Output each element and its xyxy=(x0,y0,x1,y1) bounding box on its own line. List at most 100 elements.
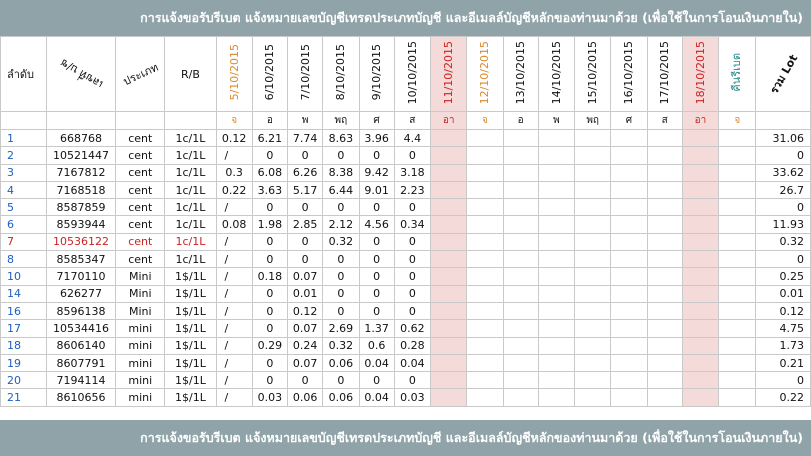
day-value: 0.03 xyxy=(251,388,289,407)
account-number: 8593944 xyxy=(45,215,117,234)
footer-banner: การแจ้งขอรับรีเบต แจ้งหมายเลขบัญชีเทรดปร… xyxy=(0,420,811,456)
table-row: 7 10536122 cent 1c/1L/0 0 0.32 0 0 0.32 xyxy=(0,232,811,252)
day-value xyxy=(502,215,539,234)
day-value xyxy=(574,146,612,165)
day-value xyxy=(681,198,720,217)
day-value: 6.44 xyxy=(322,180,360,200)
cashback-cell xyxy=(718,250,757,269)
day-value xyxy=(429,128,468,148)
day-value xyxy=(574,301,612,321)
header-cashback: คืนรีเบต xyxy=(718,36,757,112)
row-number: 8 xyxy=(0,250,47,269)
table-row: 17 10534416 mini 1$/1L/0 0.07 2.69 1.37 0.62 4.7… xyxy=(0,319,811,338)
day-value xyxy=(466,388,504,407)
header-date: 13/10/2015 xyxy=(502,36,539,112)
day-value xyxy=(537,353,576,373)
day-value xyxy=(429,336,468,355)
day-value xyxy=(574,198,612,217)
day-value: 0 xyxy=(393,232,431,252)
day-value: 1.98 xyxy=(251,215,289,234)
rebate-rate: 1$/1L xyxy=(164,319,217,338)
day-value xyxy=(574,336,612,355)
day-value xyxy=(466,163,504,182)
day-value: 0.07 xyxy=(287,319,324,338)
day-value xyxy=(610,267,648,286)
account-type: Mini xyxy=(115,301,166,321)
day-value xyxy=(429,250,468,269)
day-value: 0 xyxy=(251,371,289,390)
account-number: 10521447 xyxy=(45,146,117,165)
header-date: 14/10/2015 xyxy=(537,36,576,112)
header-no: ลำดับ xyxy=(0,36,47,112)
table-row: 3 7167812 cent 1c/1L 0.3 6.08 6.26 8.38 9.42 3.18… xyxy=(0,163,811,182)
day-value: 0 xyxy=(358,250,395,269)
day-value: 0.04 xyxy=(358,353,395,373)
day-value xyxy=(574,250,612,269)
day-value xyxy=(681,301,720,321)
account-number: 8596138 xyxy=(45,301,117,321)
day-value: 0 xyxy=(393,250,431,269)
account-number: 8587859 xyxy=(45,198,117,217)
header-date: 17/10/2015 xyxy=(646,36,683,112)
day-value: 0.08 xyxy=(215,215,253,234)
day-value xyxy=(429,163,468,182)
sub-blank xyxy=(45,111,117,130)
day-abbr: ศ xyxy=(358,111,395,130)
day-abbr: จ xyxy=(718,111,757,130)
day-value xyxy=(502,267,539,286)
day-value xyxy=(646,232,683,252)
day-value xyxy=(646,146,683,165)
row-number: 7 xyxy=(0,232,47,252)
day-value: 0.04 xyxy=(393,353,431,373)
day-value: 0 xyxy=(322,301,360,321)
header-total: รวม Lot xyxy=(755,36,811,112)
row-number: 14 xyxy=(0,284,47,303)
day-value xyxy=(502,232,539,252)
row-number: 2 xyxy=(0,146,47,165)
table-row: 20 7194114 mini 1$/1L/0 0 0 0 0 0 xyxy=(0,371,811,390)
day-value xyxy=(646,388,683,407)
day-value: 0.62 xyxy=(393,319,431,338)
total-lot: 0 xyxy=(755,198,811,217)
day-value xyxy=(574,388,612,407)
day-value: / xyxy=(215,198,253,217)
day-value: 0.22 xyxy=(215,180,253,200)
day-value: / xyxy=(215,336,253,355)
day-abbr: ส xyxy=(646,111,683,130)
day-value xyxy=(502,319,539,338)
day-value: 0.28 xyxy=(393,336,431,355)
day-value xyxy=(646,128,683,148)
row-number: 16 xyxy=(0,301,47,321)
day-value: 0 xyxy=(322,267,360,286)
day-value: 6.08 xyxy=(251,163,289,182)
rebate-rate: 1$/1L xyxy=(164,388,217,407)
day-value: / xyxy=(215,267,253,286)
row-number: 6 xyxy=(0,215,47,234)
row-number: 4 xyxy=(0,180,47,200)
table-row: 8 8585347 cent 1c/1L/0 0 0 0 0 0 xyxy=(0,250,811,269)
day-value: 0.04 xyxy=(358,388,395,407)
day-value: 0 xyxy=(251,301,289,321)
day-value xyxy=(429,267,468,286)
day-value: 0.12 xyxy=(215,128,253,148)
sub-blank xyxy=(115,111,166,130)
sub-blank xyxy=(0,111,47,130)
day-value xyxy=(574,163,612,182)
day-value xyxy=(429,319,468,338)
account-number: 10534416 xyxy=(45,319,117,338)
day-value xyxy=(610,319,648,338)
account-number: 8585347 xyxy=(45,250,117,269)
day-value xyxy=(610,232,648,252)
day-value xyxy=(646,319,683,338)
day-value: 0.07 xyxy=(287,353,324,373)
rebate-rate: 1c/1L xyxy=(164,232,217,252)
day-value xyxy=(537,267,576,286)
sub-blank xyxy=(164,111,217,130)
cashback-cell xyxy=(718,371,757,390)
header-rb: R/B xyxy=(164,36,217,112)
day-abbr: พ xyxy=(287,111,324,130)
day-abbr: ศ xyxy=(610,111,648,130)
day-value xyxy=(574,267,612,286)
day-value xyxy=(429,388,468,407)
day-value xyxy=(574,371,612,390)
